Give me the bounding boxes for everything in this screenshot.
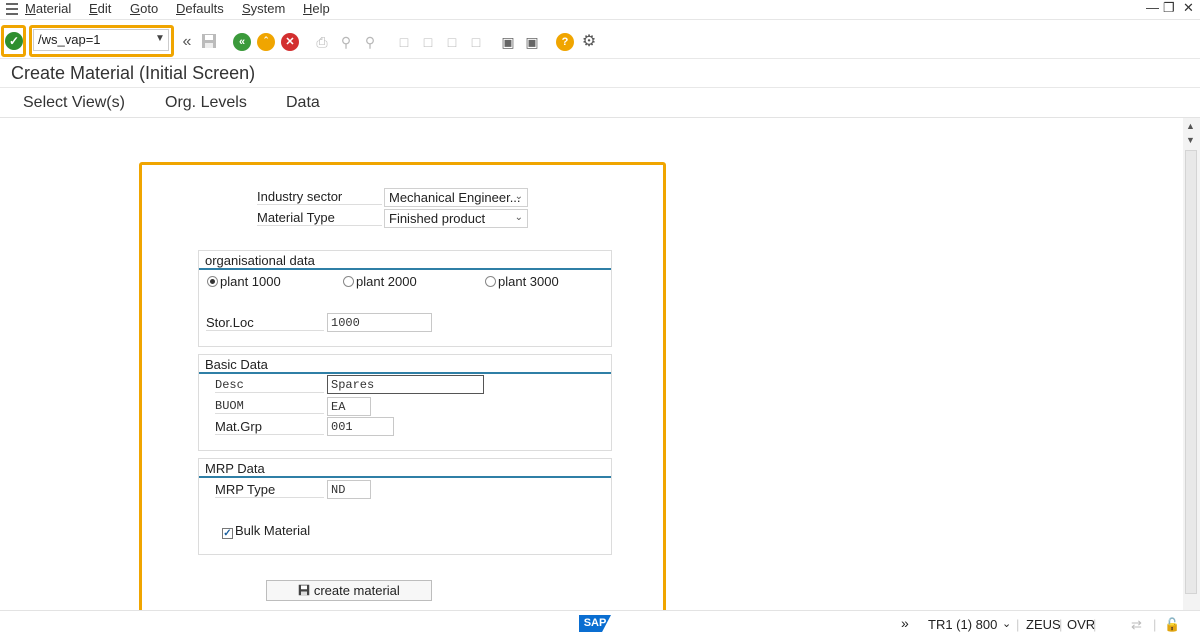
application-toolbar: Select View(s) Org. Levels Data [0,88,1200,118]
command-field[interactable]: /ws_vap=1 [33,29,169,51]
menu-bar: Material Edit Goto Defaults System Help … [0,0,1200,20]
mrp-data-group: MRP Data MRP Type ND ✓ Bulk Material [198,458,612,555]
shortcut-icon[interactable]: ▣ [523,33,541,51]
bulk-material-checkbox[interactable]: ✓ Bulk Material [222,523,310,539]
matgrp-input[interactable]: 001 [327,417,394,436]
page-title: Create Material (Initial Screen) [11,63,256,83]
org-data-group: organisational data plant 1000 plant 200… [198,250,612,347]
exit-icon[interactable]: ˆ [257,33,275,51]
expand-status-icon[interactable]: » [901,615,909,631]
stor-loc-label: Stor.Loc [206,315,324,331]
create-material-label: create material [313,583,400,598]
status-divider: | [1059,617,1063,632]
group-divider [199,268,611,270]
help-icon[interactable]: ? [556,33,574,51]
plant-2000-radio[interactable]: plant 2000 [343,274,417,289]
org-data-title: organisational data [205,253,315,268]
scroll-up-small-icon[interactable]: ▼ [1186,135,1195,145]
select-views-button[interactable]: Select View(s) [23,94,125,112]
desc-label: Desc [215,378,324,393]
matgrp-label: Mat.Grp [215,419,324,435]
save-icon [298,583,314,598]
material-type-value: Finished product [389,211,486,226]
connection-icon: ⇄ [1131,617,1142,632]
close-window-icon[interactable]: ✕ [1183,0,1194,16]
buom-label: BUOM [215,399,324,414]
basic-data-title: Basic Data [205,357,268,372]
chevron-down-icon[interactable]: ▼ [155,33,165,44]
menu-help[interactable]: Help [303,1,330,16]
save-icon[interactable] [200,33,218,51]
vertical-scrollbar[interactable]: ▲ ▼ [1183,118,1200,610]
menu-system[interactable]: System [242,1,285,16]
cancel-icon[interactable]: ✕ [281,33,299,51]
industry-sector-label: Industry sector [257,189,382,205]
back-icon[interactable]: « [233,33,251,51]
plant-1000-radio[interactable]: plant 1000 [207,274,281,289]
group-divider [199,372,611,374]
standard-toolbar: ✓ /ws_vap=1 ▼ « « ˆ ✕ ⎙ ⚲ ⚲ □ □ □ □ ▣ ▣ … [0,21,1200,59]
find-icon[interactable]: ⚲ [337,33,355,51]
status-divider: | [1153,617,1157,632]
first-page-icon[interactable]: □ [395,33,413,51]
material-form-frame: Industry sector Mechanical Engineer... ⌄… [139,162,666,614]
double-chevron-left-icon[interactable]: « [178,33,196,51]
stor-loc-input[interactable]: 1000 [327,313,432,332]
menu-edit[interactable]: Edit [89,1,111,16]
last-page-icon[interactable]: □ [467,33,485,51]
restore-icon[interactable]: ❐ [1163,0,1175,16]
basic-data-group: Basic Data Desc Spares BUOM EA Mat.Grp 0… [198,354,612,451]
next-page-icon[interactable]: □ [443,33,461,51]
industry-sector-value: Mechanical Engineer... [389,190,521,205]
gear-icon[interactable]: ⚙ [580,33,598,51]
group-divider [199,476,611,478]
insert-mode[interactable]: OVR [1067,617,1095,632]
org-levels-button[interactable]: Org. Levels [165,94,247,112]
find-next-icon[interactable]: ⚲ [361,33,379,51]
menu-icon[interactable] [6,3,18,15]
system-info: TR1 (1) 800 [928,617,998,632]
print-icon[interactable]: ⎙ [313,33,331,51]
buom-input[interactable]: EA [327,397,371,416]
chevron-down-icon: ⌄ [514,191,523,202]
new-session-icon[interactable]: ▣ [499,33,517,51]
data-button[interactable]: Data [286,94,320,112]
server-name: ZEUS [1026,617,1061,632]
unlock-icon[interactable]: 🔓 [1164,617,1180,633]
create-material-button[interactable]: create material [266,580,432,601]
industry-sector-select[interactable]: Mechanical Engineer... ⌄ [384,188,528,207]
title-bar: Create Material (Initial Screen) [0,59,1200,88]
enter-check-icon[interactable]: ✓ [5,32,23,50]
status-bar: SAP » TR1 (1) 800 ⌄ | ZEUS | OVR | ⇄ | 🔓 [0,610,1200,637]
menu-defaults[interactable]: Defaults [176,1,224,16]
scrollbar-thumb[interactable] [1185,150,1197,594]
mrp-type-input[interactable]: ND [327,480,371,499]
plant-3000-radio[interactable]: plant 3000 [485,274,559,289]
status-divider: | [1016,617,1020,632]
chevron-down-icon[interactable]: ⌄ [1002,617,1011,630]
menu-goto[interactable]: Goto [130,1,158,16]
menu-material[interactable]: Material [25,1,71,16]
material-type-label: Material Type [257,210,382,226]
mrp-type-label: MRP Type [215,482,324,498]
previous-page-icon[interactable]: □ [419,33,437,51]
command-value: /ws_vap=1 [38,32,101,47]
desc-input[interactable]: Spares [327,375,484,394]
material-type-select[interactable]: Finished product ⌄ [384,209,528,228]
scroll-up-icon[interactable]: ▲ [1186,121,1195,131]
minimize-icon[interactable]: — [1146,0,1159,15]
chevron-down-icon: ⌄ [514,212,523,223]
sap-logo: SAP [579,615,611,632]
mrp-data-title: MRP Data [205,461,265,476]
status-divider: | [1093,617,1097,632]
